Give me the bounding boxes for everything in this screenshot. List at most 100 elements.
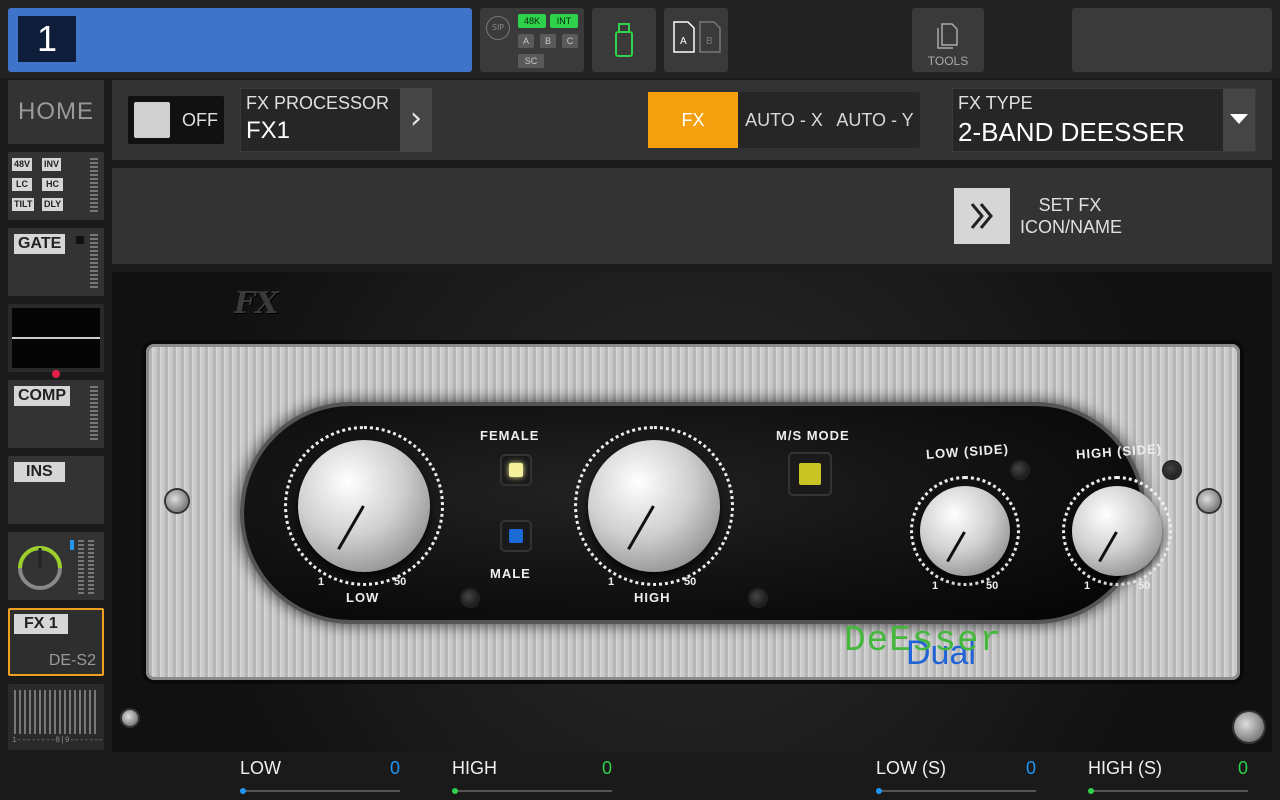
card-ab-button[interactable]: A B [664, 8, 728, 72]
eq-tile[interactable] [8, 304, 104, 378]
param-high[interactable]: HIGH 0 [452, 752, 612, 800]
param-low-side-slider[interactable] [876, 788, 1036, 794]
high-side-knob[interactable]: 1 50 HIGH (SIDE) [1062, 441, 1172, 592]
set-fx-row: SET FX ICON/NAME [112, 168, 1272, 264]
param-low-handle[interactable] [240, 788, 246, 794]
fx-processor-value: FX1 [246, 117, 291, 144]
low-max-label: 50 [394, 576, 407, 588]
gate-meter [90, 234, 98, 290]
tag-hc: HC [42, 178, 63, 191]
pan-meter-r [88, 540, 94, 596]
deesser-plugin-panel: FX 1 50 LOW FEMALE MALE 1 50 HIGH M/S MO… [112, 272, 1272, 752]
fx-logo: FX [234, 286, 279, 321]
brand-deesser: DeEsser [844, 620, 1003, 661]
female-button[interactable] [502, 456, 530, 484]
male-label: MALE [490, 566, 531, 581]
ms-mode-button[interactable] [790, 454, 830, 494]
channel-selector[interactable]: 1 [8, 8, 472, 72]
param-low-side[interactable]: LOW (S) 0 [876, 752, 1036, 800]
chevron-right-icon[interactable]: › [400, 88, 432, 152]
preamp-tile[interactable]: 48V INV LC HC TILT DLY [8, 152, 104, 220]
low-led [462, 590, 478, 606]
param-high-side-value: 0 [1237, 758, 1248, 778]
blank-tile[interactable] [1072, 8, 1272, 72]
high-side-knob-cap [1072, 486, 1162, 576]
status-b-badge: B [540, 34, 556, 48]
status-sc-badge: SC [518, 54, 544, 68]
gate-indicator [76, 236, 84, 244]
param-high-label: HIGH [452, 758, 497, 778]
param-low-value: 0 [389, 758, 400, 778]
param-high-side-handle[interactable] [1088, 788, 1094, 794]
tab-auto-x[interactable]: AUTO - X [738, 92, 830, 148]
female-led [509, 463, 523, 477]
high-side-knob-label: HIGH (SIDE) [1075, 441, 1163, 462]
high-knob-label: HIGH [634, 590, 671, 605]
param-low-side-value: 0 [1025, 758, 1036, 778]
eq-active-dot [52, 370, 60, 378]
high-knob[interactable]: 1 50 HIGH [574, 426, 734, 605]
low-min-label: 1 [318, 576, 325, 588]
tab-auto-y[interactable]: AUTO - Y [830, 92, 920, 148]
tools-button[interactable]: TOOLS [912, 8, 984, 72]
gate-tile[interactable]: GATE [8, 228, 104, 296]
pan-meter-l [78, 540, 84, 596]
fx-processor-selector[interactable]: FX PROCESSOR FX1 › [240, 88, 432, 152]
tag-dly: DLY [42, 198, 64, 211]
home-button[interactable]: HOME [8, 80, 104, 144]
usb-button[interactable] [592, 8, 656, 72]
preamp-meter [90, 158, 98, 214]
status-c-badge: C [562, 34, 578, 48]
high-led [750, 590, 766, 606]
param-high-side-slider[interactable] [1088, 788, 1248, 794]
set-fx-label-line2: ICON/NAME [1020, 217, 1123, 237]
param-high-value: 0 [601, 758, 612, 778]
sends-tile[interactable]: 1--------8|9--------16 [8, 684, 104, 750]
insert-tile[interactable]: INS [8, 456, 104, 524]
tab-fx[interactable]: FX [648, 92, 738, 148]
param-high-handle[interactable] [452, 788, 458, 794]
low-side-knob-label: LOW (SIDE) [925, 441, 1010, 462]
low-knob[interactable]: 1 50 LOW [284, 426, 444, 605]
param-low-side-handle[interactable] [876, 788, 882, 794]
param-high-side-label: HIGH (S) [1088, 758, 1162, 778]
low-side-knob[interactable]: 1 50 LOW (SIDE) [910, 441, 1020, 592]
chevron-down-icon[interactable] [1223, 89, 1255, 151]
eq-flat-line [12, 337, 100, 339]
fx-type-value: 2-BAND DEESSER [958, 117, 1185, 147]
ms-mode-led [799, 463, 821, 485]
fx-type-label: FX TYPE [958, 93, 1033, 113]
comp-tile[interactable]: COMP [8, 380, 104, 448]
param-low[interactable]: LOW 0 [240, 752, 400, 800]
usb-stick-icon [615, 23, 633, 57]
param-high-slider[interactable] [452, 788, 612, 794]
fx1-subtitle: DE-S2 [48, 652, 96, 669]
high-min-label: 1 [608, 576, 615, 588]
toggle-label: OFF [182, 110, 218, 130]
high-max-label: 50 [684, 576, 697, 588]
param-low-slider[interactable] [240, 788, 400, 794]
param-low-label: LOW [240, 758, 282, 778]
tag-lc: LC [12, 178, 32, 191]
comp-meter [90, 386, 98, 442]
fx-enable-toggle[interactable]: OFF [128, 96, 224, 144]
fx-header: OFF FX PROCESSOR FX1 › FX AUTO - X AUTO … [112, 80, 1272, 160]
male-button[interactable] [502, 522, 530, 550]
toggle-knob [134, 102, 170, 138]
top-bar: 1 SIP 48K INT A B C SC A B TOOLS [0, 0, 1280, 78]
set-fx-icon-button[interactable] [954, 188, 1010, 244]
eq-curve-display [12, 308, 100, 368]
param-high-side[interactable]: HIGH (S) 0 [1088, 752, 1248, 800]
faceplate: 1 50 LOW FEMALE MALE 1 50 HIGH M/S MODE … [146, 344, 1240, 680]
documents-icon [937, 23, 958, 49]
high-side-led [1164, 462, 1180, 478]
low-side-knob-cap [920, 486, 1010, 576]
fx-mode-tabs: FX AUTO - X AUTO - Y [648, 92, 920, 148]
status-panel[interactable]: SIP 48K INT A B C SC [480, 8, 584, 72]
fx1-tile[interactable]: FX 1 DE-S2 [8, 608, 104, 676]
sends-meter-bank [14, 690, 98, 734]
fx-type-dropdown[interactable]: FX TYPE 2-BAND DEESSER [952, 88, 1256, 152]
pan-dial-icon [18, 546, 62, 590]
control-pod: 1 50 LOW FEMALE MALE 1 50 HIGH M/S MODE … [244, 406, 1180, 672]
pan-tile[interactable] [8, 532, 104, 600]
